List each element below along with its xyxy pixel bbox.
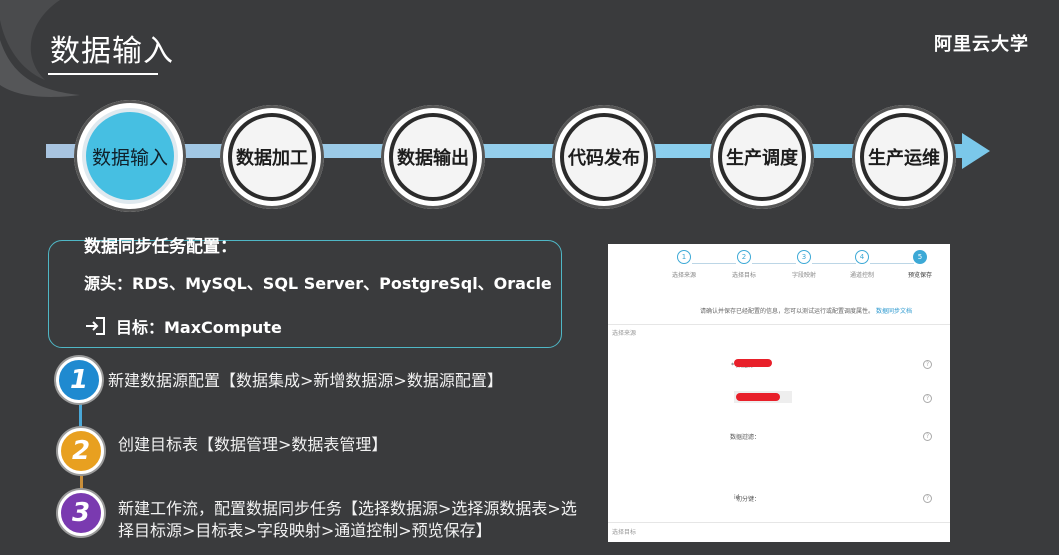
section-source-label: 选择来源 bbox=[612, 330, 637, 337]
form-row-value: 未填写 bbox=[734, 434, 753, 441]
flow-step-code-release: 代码发布 bbox=[552, 105, 656, 209]
flow-step-data-input: 数据输入 bbox=[74, 100, 186, 212]
flow-step-label: 数据加工 bbox=[228, 113, 316, 201]
step-number-badge: 3 bbox=[58, 490, 104, 536]
flow-step-data-output: 数据输出 bbox=[381, 105, 485, 209]
wizard-step[interactable]: 3 字段映射 bbox=[774, 250, 834, 279]
step-number-badge: 1 bbox=[56, 357, 102, 403]
sync-config-target: 目标：MaxCompute bbox=[84, 314, 282, 338]
flow-step-label: 数据输入 bbox=[82, 108, 178, 204]
flow-step-scheduling: 生产调度 bbox=[710, 105, 814, 209]
wizard-step[interactable]: 4 通道控制 bbox=[832, 250, 892, 279]
redacted-value bbox=[736, 393, 780, 401]
slide-title: 数据输入 bbox=[50, 34, 174, 69]
wizard-hint-text: 请确认并保存已经配置的信息，您可以测试运行或配置调度属性。 bbox=[700, 308, 875, 315]
wizard-step-number: 1 bbox=[677, 250, 691, 264]
flow-step-label: 生产运维 bbox=[860, 113, 948, 201]
flow-step-label: 生产调度 bbox=[718, 113, 806, 201]
wizard-step[interactable]: 1 选择来源 bbox=[654, 250, 714, 279]
form-row-key: 切分键： bbox=[735, 496, 760, 503]
wizard-hint-link[interactable]: 数据同步文档 bbox=[876, 308, 912, 315]
wizard-step-label: 预览保存 bbox=[907, 272, 932, 279]
wizard-step-number: 2 bbox=[737, 250, 751, 264]
wizard-hint: 请确认并保存已经配置的信息，您可以测试运行或配置调度属性。 数据同步文档 bbox=[700, 306, 912, 315]
section-divider bbox=[608, 522, 950, 523]
step-text: 新建工作流，配置数据同步任务【选择数据源>选择源数据表>选择目标源>目标表>字段… bbox=[118, 499, 577, 540]
form-row-value: id bbox=[734, 494, 740, 501]
step-connector bbox=[79, 404, 82, 430]
flow-step-data-processing: 数据加工 bbox=[220, 105, 324, 209]
section-divider bbox=[608, 324, 950, 325]
sync-config-title: 数据同步任务配置： bbox=[84, 237, 237, 257]
wizard-step-number: 3 bbox=[797, 250, 811, 264]
section-target-label: 选择目标 bbox=[612, 529, 637, 536]
wizard-step-number: 4 bbox=[855, 250, 869, 264]
flow-step-label: 代码发布 bbox=[560, 113, 648, 201]
redacted-value bbox=[734, 359, 772, 367]
sync-config-source: 源头：RDS、MySQL、SQL Server、PostgreSql、Oracl… bbox=[84, 274, 552, 293]
help-icon[interactable]: ? bbox=[923, 394, 932, 403]
help-icon[interactable]: ? bbox=[923, 360, 932, 369]
wizard-step-label: 选择来源 bbox=[671, 272, 696, 279]
wizard-step-label: 通道控制 bbox=[849, 272, 874, 279]
wizard-steps: 1 选择来源 2 选择目标 3 字段映射 4 通道控制 5 预览保存 bbox=[608, 250, 950, 290]
flow-step-operations: 生产运维 bbox=[852, 105, 956, 209]
flow-step-label: 数据输出 bbox=[389, 113, 477, 201]
process-flow-arrow bbox=[962, 133, 990, 169]
sign-in-icon bbox=[86, 317, 105, 335]
step-number-badge: 2 bbox=[58, 428, 104, 474]
step-text: 创建目标表【数据管理>数据表管理】 bbox=[118, 435, 388, 454]
sync-wizard-screenshot: 1 选择来源 2 选择目标 3 字段映射 4 通道控制 5 预览保存 请确认并保… bbox=[608, 244, 950, 542]
title-underline bbox=[48, 73, 158, 75]
wizard-step-label: 字段映射 bbox=[791, 272, 816, 279]
sync-config-target-label: 目标：MaxCompute bbox=[116, 318, 282, 337]
wizard-step[interactable]: 2 选择目标 bbox=[714, 250, 774, 279]
wizard-step-current[interactable]: 5 预览保存 bbox=[890, 250, 950, 279]
wizard-step-number: 5 bbox=[913, 250, 927, 264]
wizard-step-label: 选择目标 bbox=[731, 272, 756, 279]
step-text: 新建数据源配置【数据集成>新增数据源>数据源配置】 bbox=[108, 371, 503, 390]
brand-logo-text: 阿里云大学 bbox=[934, 34, 1029, 55]
help-icon[interactable]: ? bbox=[923, 432, 932, 441]
help-icon[interactable]: ? bbox=[923, 494, 932, 503]
